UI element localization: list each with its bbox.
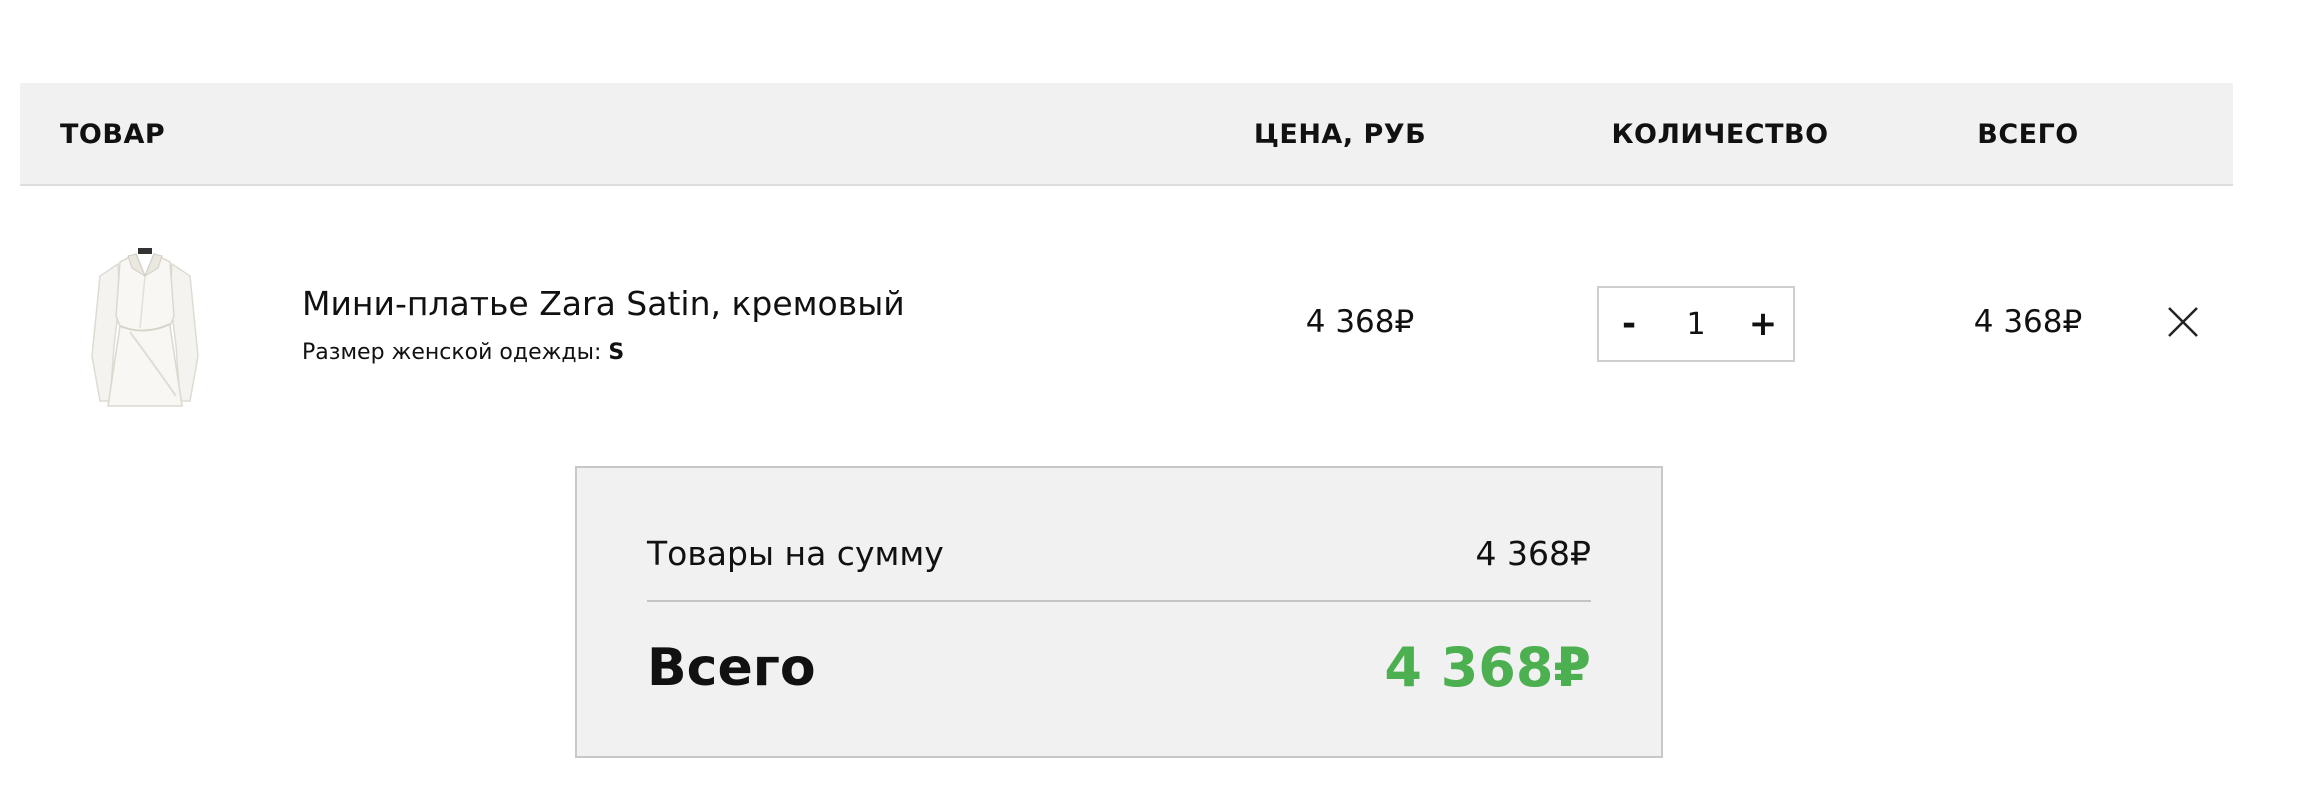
subtotal-label: Товары на сумму [647,534,944,573]
summary-divider [647,600,1591,602]
total-value: 4 368₽ [1384,636,1591,699]
product-name[interactable]: Мини-платье Zara Satin, кремовый [302,284,905,323]
product-size-attribute: Размер женской одежды: S [302,340,624,365]
cart-table-header: ТОВАР ЦЕНА, РУБ КОЛИЧЕСТВО ВСЕГО [20,83,2233,186]
subtotal-value: 4 368₽ [1475,534,1591,573]
product-image[interactable] [70,236,220,416]
cart-item-row: Мини-платье Zara Satin, кремовый Размер … [20,186,2233,456]
dress-thumbnail-icon [91,248,199,407]
header-total: ВСЕГО [1977,119,2079,150]
order-summary: Товары на сумму 4 368₽ Всего 4 368₽ [575,466,1663,758]
quantity-value[interactable]: 1 [1659,307,1733,342]
decrease-quantity-button[interactable]: - [1599,288,1659,360]
size-value: S [608,340,625,365]
remove-item-button[interactable] [2165,304,2201,340]
close-icon [2168,307,2198,337]
size-label: Размер женской одежды: [302,340,609,365]
item-price: 4 368₽ [1305,304,1415,340]
header-product: ТОВАР [60,119,166,150]
quantity-stepper: - 1 + [1597,286,1795,362]
increase-quantity-button[interactable]: + [1733,288,1793,360]
total-label: Всего [647,638,816,698]
